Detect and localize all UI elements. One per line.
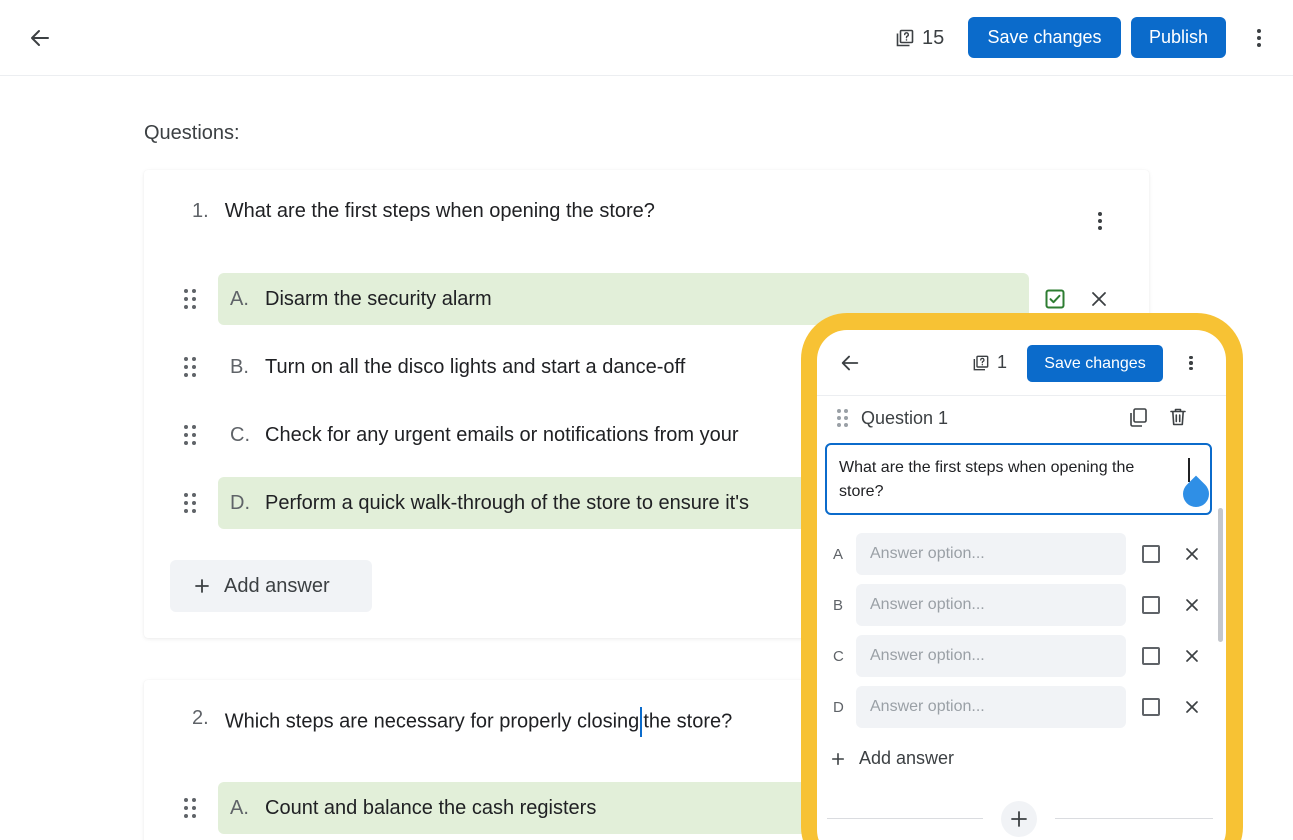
phone-answer-row: A [833, 533, 1203, 575]
checkbox-icon[interactable] [1142, 545, 1160, 563]
quiz-icon [973, 355, 989, 370]
answer-text: Turn on all the disco lights and start a… [265, 355, 686, 378]
checkbox-icon[interactable] [1142, 698, 1160, 716]
answer-letter: B [833, 596, 844, 614]
question-text-input[interactable]: What are the first steps when opening th… [825, 443, 1215, 515]
question-more-icon[interactable] [1089, 210, 1111, 232]
phone-question-title: Question 1 [861, 407, 949, 428]
phone-question-count: 1 [973, 352, 1007, 373]
add-answer-label: Add answer [859, 748, 955, 768]
quiz-icon [896, 29, 914, 47]
divider [1055, 818, 1213, 819]
phone-question-count-value: 1 [997, 352, 1008, 372]
arrow-left-icon [31, 30, 49, 46]
question-title[interactable]: 1. What are the first steps when opening… [192, 200, 655, 223]
top-bar: 15 Save changes Publish [0, 0, 1293, 76]
answer-option-input[interactable] [856, 584, 1126, 626]
trash-icon[interactable] [1169, 407, 1187, 427]
answer-letter: D. [230, 491, 250, 514]
questions-heading: Questions: [144, 122, 240, 144]
publish-button[interactable]: Publish [1131, 17, 1226, 58]
answer-text: Perform a quick walk-through of the stor… [265, 491, 750, 514]
question-text-before-caret: Which steps are necessary for properly c… [224, 710, 640, 733]
plus-icon [1011, 811, 1027, 827]
drag-handle-icon[interactable] [184, 357, 198, 377]
add-answer-label: Add answer [224, 574, 330, 597]
remove-answer-icon[interactable] [1184, 546, 1200, 562]
checkbox-icon[interactable] [1142, 647, 1160, 665]
question-count: 15 [896, 24, 944, 52]
remove-answer-icon[interactable] [1090, 290, 1108, 308]
drag-handle-icon[interactable] [184, 493, 198, 513]
answer-letter: B. [230, 355, 249, 378]
question-number: 1. [192, 200, 209, 222]
text-caret [640, 707, 643, 737]
answer-letter: A. [230, 796, 249, 819]
answer-text: Check for any urgent emails or notificat… [265, 423, 739, 446]
answer-option-input[interactable] [856, 533, 1126, 575]
phone-answer-row: D [833, 686, 1203, 728]
add-question-button[interactable] [1001, 801, 1037, 837]
duplicate-icon[interactable] [1128, 407, 1148, 427]
phone-top-bar: 1 Save changes [817, 330, 1226, 396]
question-title[interactable]: 2. Which steps are necessary for properl… [192, 707, 732, 737]
answer-text: Disarm the security alarm [265, 287, 492, 310]
remove-answer-icon[interactable] [1184, 597, 1200, 613]
answer-option-input[interactable] [856, 686, 1126, 728]
arrow-left-icon[interactable] [839, 352, 861, 374]
drag-handle-icon[interactable] [184, 798, 198, 818]
answer-text: Count and balance the cash registers [265, 796, 597, 819]
checkbox-icon[interactable] [1142, 596, 1160, 614]
text-caret [1188, 458, 1190, 482]
add-answer-button[interactable]: Add answer [170, 560, 372, 612]
more-options-icon[interactable] [1248, 26, 1270, 50]
scrollbar[interactable] [1218, 508, 1223, 642]
answer-letter: A [833, 545, 844, 563]
question-text: What are the first steps when opening th… [224, 200, 655, 222]
answer-letter: C [833, 647, 844, 665]
remove-answer-icon[interactable] [1184, 648, 1200, 664]
phone-save-changes-button[interactable]: Save changes [1027, 345, 1163, 382]
answer-option-input[interactable] [856, 635, 1126, 677]
drag-handle-icon[interactable] [184, 289, 198, 309]
drag-handle-icon[interactable] [837, 409, 849, 427]
answer-letter: A. [230, 287, 249, 310]
phone-answer-row: B [833, 584, 1203, 626]
back-button[interactable] [26, 24, 54, 52]
question-count-value: 15 [922, 26, 945, 49]
save-changes-button[interactable]: Save changes [968, 17, 1121, 58]
drag-handle-icon[interactable] [184, 425, 198, 445]
plus-icon [831, 752, 845, 765]
plus-icon [195, 579, 209, 593]
phone-add-answer-button[interactable]: Add answer [831, 748, 954, 769]
question-text-value: What are the first steps when opening th… [839, 459, 1135, 500]
phone-screen: 1 Save changes Question 1 What are the f… [817, 330, 1226, 840]
more-options-icon[interactable] [1181, 352, 1201, 374]
question-text: Which steps are necessary for properly c… [224, 707, 733, 737]
checked-checkbox-icon[interactable] [1045, 289, 1065, 309]
text-selection-handle-icon[interactable] [1177, 475, 1215, 513]
question-number: 2. [192, 707, 209, 729]
question-text-after-caret: the store? [643, 710, 733, 733]
phone-answer-row: C [833, 635, 1203, 677]
answer-letter: C. [230, 423, 250, 446]
remove-answer-icon[interactable] [1184, 699, 1200, 715]
divider [827, 818, 983, 819]
answer-letter: D [833, 698, 844, 716]
